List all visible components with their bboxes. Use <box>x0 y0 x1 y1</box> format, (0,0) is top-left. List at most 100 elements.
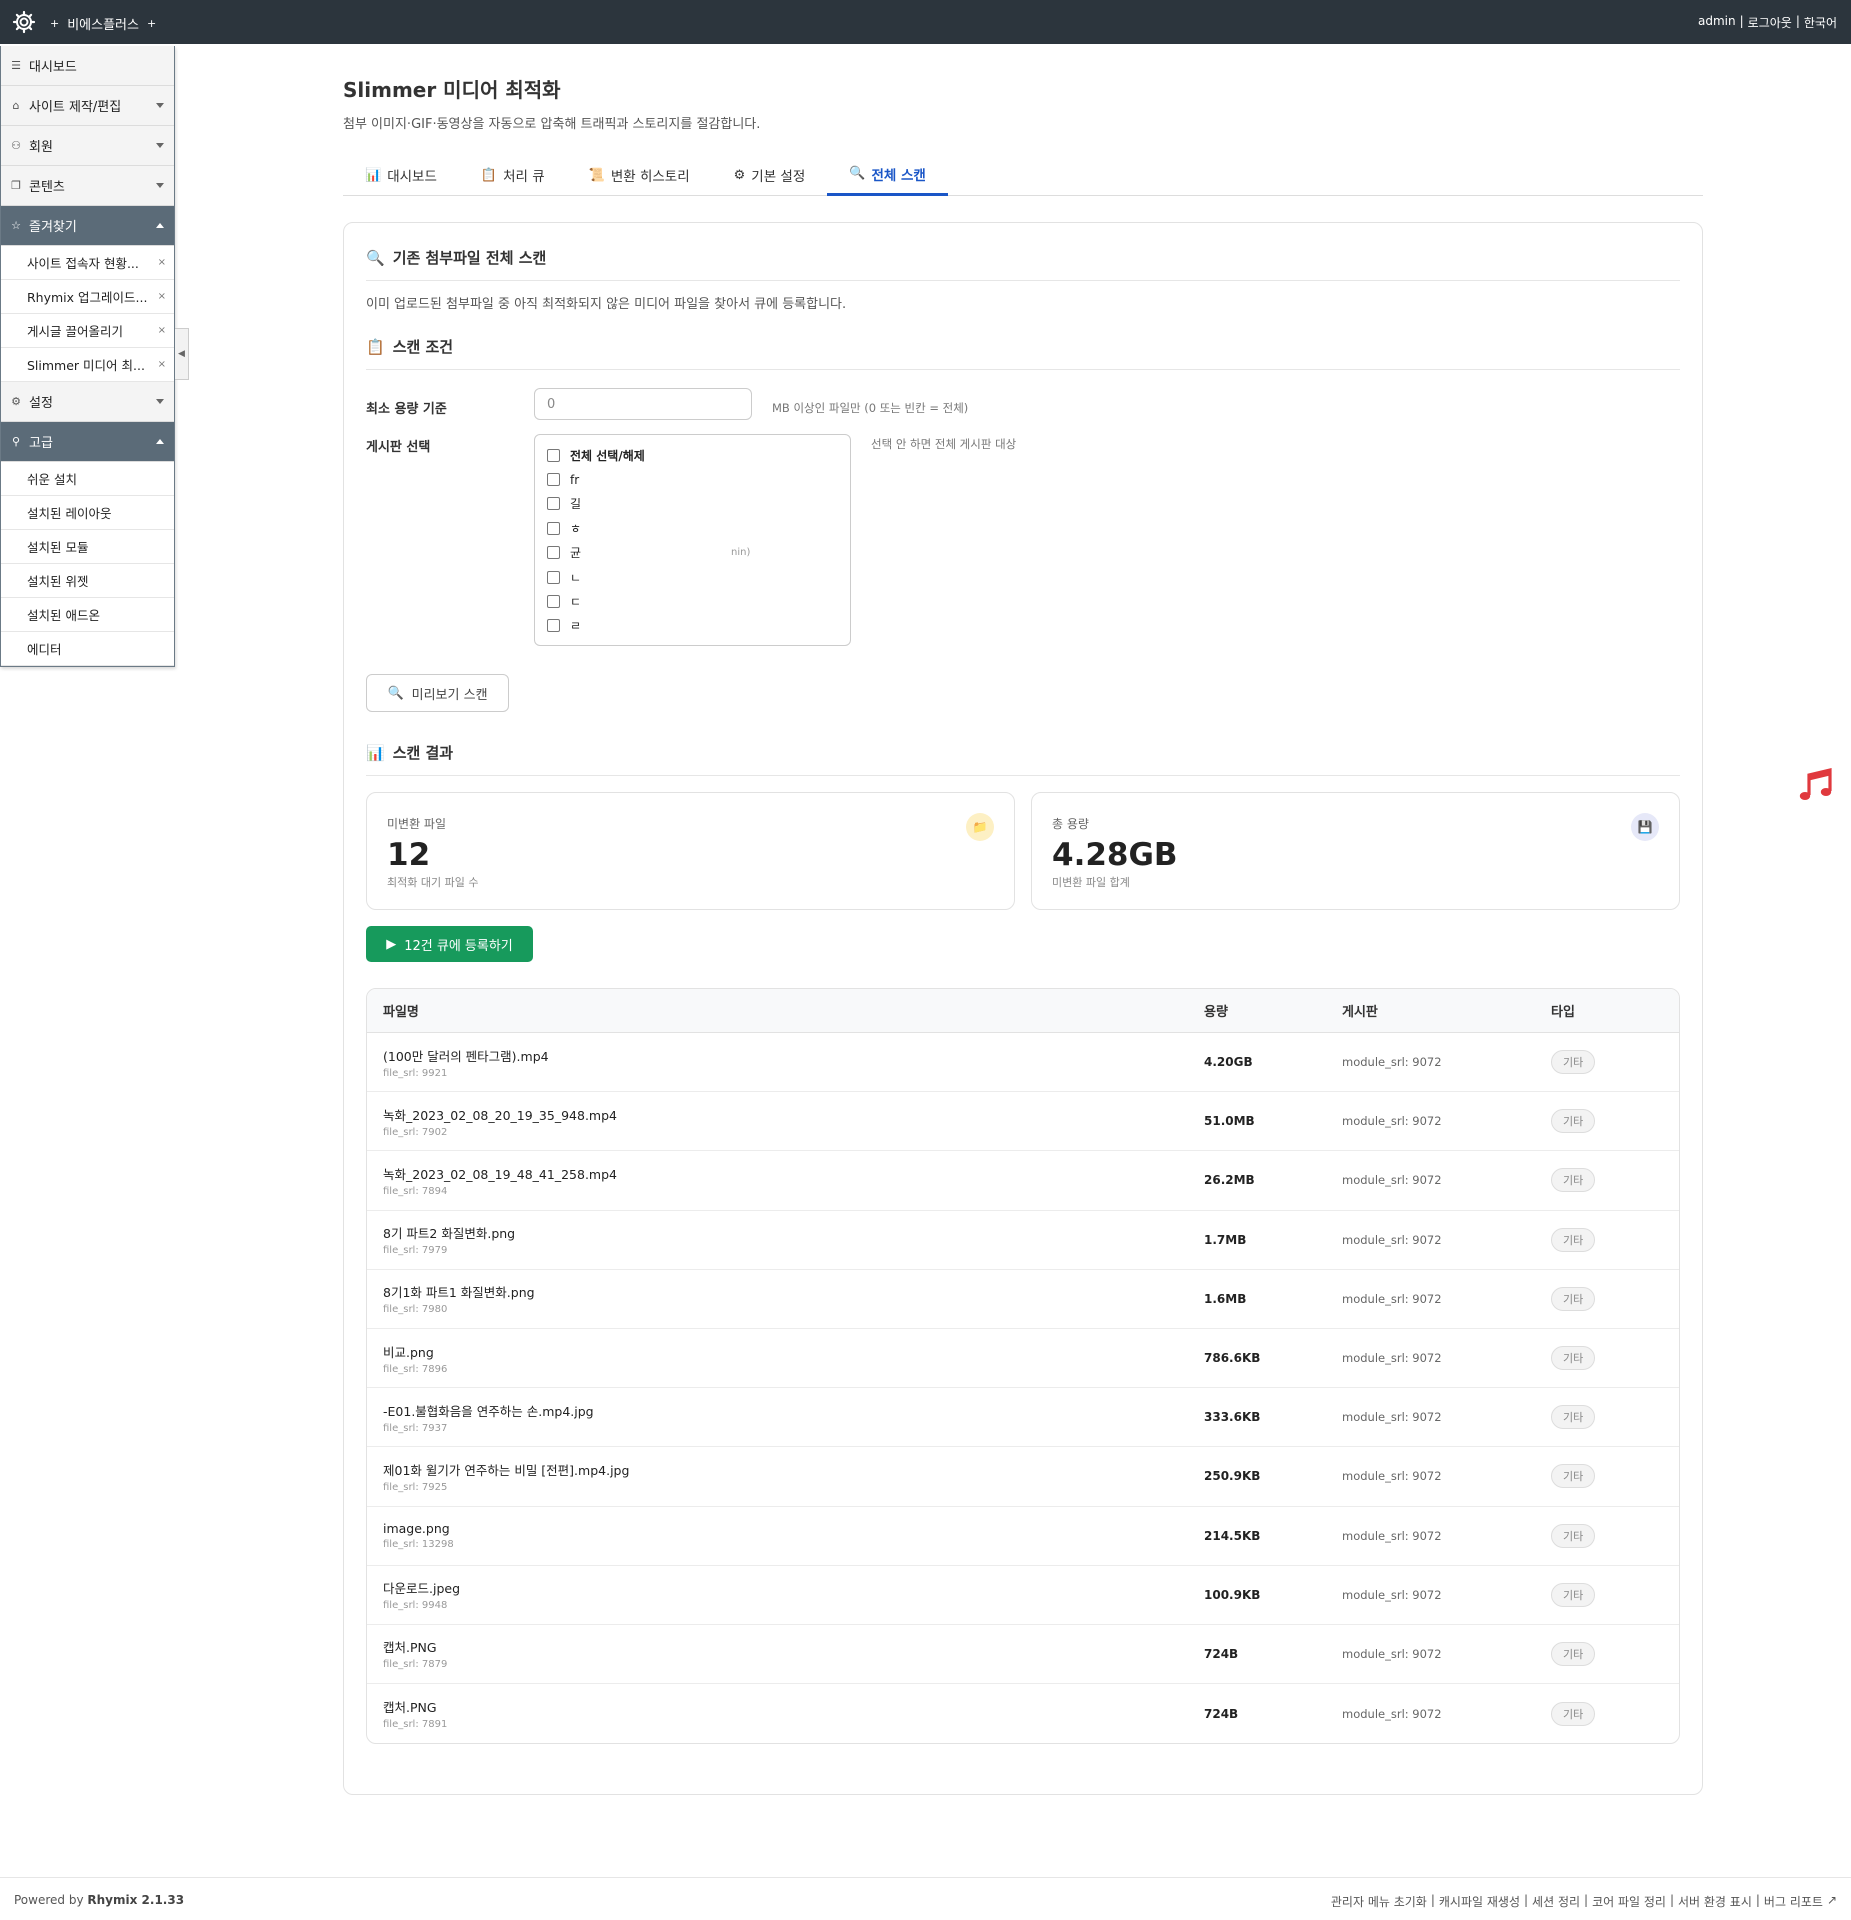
sidebar-item-contents[interactable]: ❐ 콘텐츠 <box>1 166 174 206</box>
cell-filename: -E01.불협화음을 연주하는 손.mp4.jpg file_srl: 7937 <box>367 1401 1204 1434</box>
checkbox[interactable] <box>547 570 560 584</box>
rhymix-version-link[interactable]: Rhymix 2.1.33 <box>87 1893 184 1907</box>
separator: | <box>1755 1893 1760 1907</box>
cell-board: module_srl: 9072 <box>1342 1410 1442 1425</box>
close-icon[interactable]: × <box>158 359 166 370</box>
preview-scan-button[interactable]: 🔍 미리보기 스캔 <box>366 674 509 712</box>
table-row: 녹화_2023_02_08_19_48_41_258.mp4 file_srl: … <box>367 1151 1679 1211</box>
sidebar-subitem-layouts[interactable]: 설치된 레이아웃 <box>1 496 174 530</box>
section-title-text: 스캔 조건 <box>392 338 454 356</box>
close-icon[interactable]: × <box>158 325 166 336</box>
footer: Powered by Rhymix 2.1.33 관리자 메뉴 초기화 | 캐시파… <box>0 1877 1851 1920</box>
tab-queue[interactable]: 📋 처리 큐 <box>459 154 567 196</box>
cell-filename: 녹화_2023_02_08_19_48_41_258.mp4 file_srl: … <box>367 1164 1204 1197</box>
site-name[interactable]: 비에스플러스 <box>67 14 139 33</box>
logout-link[interactable]: 로그아웃 <box>1748 14 1792 31</box>
sidebar-subitem-widgets[interactable]: 설치된 위젯 <box>1 564 174 598</box>
favorite-item[interactable]: 게시글 끌어올리기 × <box>1 314 174 348</box>
cell-size: 100.9KB <box>1204 1587 1261 1602</box>
separator: | <box>1739 14 1744 28</box>
cell-size: 4.20GB <box>1204 1055 1253 1070</box>
file-srl: file_srl: 7980 <box>383 1304 448 1316</box>
stat-sub: 최적화 대기 파일 수 <box>387 876 479 889</box>
sidebar-subitem-editor[interactable]: 에디터 <box>1 632 174 666</box>
sidebar-subitem-easy-install[interactable]: 쉬운 설치 <box>1 462 174 496</box>
favorite-item[interactable]: 사이트 접속자 현황... × <box>1 246 174 280</box>
checkbox[interactable] <box>547 448 560 462</box>
enqueue-button[interactable]: ▶ 12건 큐에 등록하기 <box>366 926 533 962</box>
sidebar-item-advanced[interactable]: ⚲ 고급 <box>1 422 174 462</box>
checkbox-label: 길 <box>570 497 582 512</box>
footer-link-clean-core[interactable]: 코어 파일 정리 <box>1592 1893 1666 1910</box>
admin-link[interactable]: admin <box>1698 14 1736 31</box>
favorite-item[interactable]: Slimmer 미디어 최... × <box>1 348 174 382</box>
close-icon[interactable]: × <box>158 291 166 302</box>
checkbox[interactable] <box>547 595 560 609</box>
checkbox[interactable] <box>547 619 560 633</box>
board-checkbox-row[interactable]: ㄹ <box>547 614 838 638</box>
cell-type: 기타 <box>1551 1227 1679 1252</box>
footer-link-reset-menu[interactable]: 관리자 메뉴 초기화 <box>1331 1893 1427 1910</box>
close-icon[interactable]: × <box>158 257 166 268</box>
footer-link-clean-session[interactable]: 세션 정리 <box>1532 1893 1580 1910</box>
board-checkbox-row[interactable]: 균 nin) <box>547 541 838 565</box>
cell-size: 26.2MB <box>1204 1173 1255 1188</box>
board-checkbox-list[interactable]: 전체 선택/해제 fr 길 ㅎ 균 nin) ㄴ ㄷ ㄹ <box>534 434 851 646</box>
sidebar-item-favorites[interactable]: ☆ 즐겨찾기 <box>1 206 174 246</box>
table-row: 캡처.PNG file_srl: 7879 724B module_srl: 9072… <box>367 1625 1679 1685</box>
cell-filename: 비교.png file_srl: 7896 <box>367 1342 1204 1375</box>
sidebar-item-members[interactable]: ⚇ 회원 <box>1 126 174 166</box>
tab-full-scan[interactable]: 🔍 전체 스캔 <box>827 154 948 196</box>
type-badge: 기타 <box>1551 1464 1596 1489</box>
footer-link-regen-cache[interactable]: 캐시파일 재생성 <box>1439 1893 1520 1910</box>
sidebar-item-dashboard[interactable]: ☰ 대시보드 <box>1 46 174 86</box>
checkbox-label: 균 <box>570 546 582 561</box>
sidebar-item-settings[interactable]: ⚙ 설정 <box>1 382 174 422</box>
board-checkbox-row[interactable]: fr <box>547 467 838 491</box>
subitem-label: 설치된 애드온 <box>27 608 100 623</box>
sidebar-item-site-edit[interactable]: ⌂ 사이트 제작/편집 <box>1 86 174 126</box>
sidebar-subitem-modules[interactable]: 설치된 모듈 <box>1 530 174 564</box>
users-icon: ⚇ <box>11 139 21 152</box>
sidebar-collapse-toggle[interactable]: ◀ <box>175 328 189 380</box>
checkbox[interactable] <box>547 473 560 487</box>
magnifier-icon: 🔍 <box>849 166 866 181</box>
header-size: 용량 <box>1204 1005 1228 1020</box>
min-size-input[interactable]: 0 <box>534 388 752 420</box>
gear-icon[interactable] <box>12 10 36 34</box>
sidebar-item-label: 설정 <box>29 396 53 411</box>
cell-board: module_srl: 9072 <box>1342 1232 1442 1247</box>
checkbox[interactable] <box>547 546 560 560</box>
cell-board: module_srl: 9072 <box>1342 1173 1442 1188</box>
favorite-item[interactable]: Rhymix 업그레이드... × <box>1 280 174 314</box>
select-all-checkbox-row[interactable]: 전체 선택/해제 <box>547 443 838 467</box>
music-note-icon[interactable] <box>1796 765 1836 805</box>
tab-settings[interactable]: ⚙ 기본 설정 <box>712 154 828 196</box>
subitem-label: 에디터 <box>27 642 62 657</box>
cell-type: 기타 <box>1551 1641 1679 1666</box>
powered-by: Powered by Rhymix 2.1.33 <box>14 1893 184 1907</box>
chevron-down-icon <box>156 103 164 108</box>
board-checkbox-row[interactable]: 길 <box>547 492 838 516</box>
board-checkbox-row[interactable]: ㄴ <box>547 565 838 589</box>
checkbox[interactable] <box>547 497 560 511</box>
cell-type: 기타 <box>1551 1168 1679 1193</box>
board-checkbox-row[interactable]: ㅎ <box>547 516 838 540</box>
footer-link-server-env[interactable]: 서버 환경 표시 <box>1678 1893 1752 1910</box>
file-name: 녹화_2023_02_08_20_19_35_948.mp4 <box>383 1107 617 1123</box>
tab-dashboard[interactable]: 📊 대시보드 <box>343 154 459 196</box>
type-badge: 기타 <box>1551 1050 1596 1075</box>
language-link[interactable]: 한국어 <box>1804 14 1837 31</box>
stats-cards: 미변환 파일 12 최적화 대기 파일 수 📁 총 용량 4.28GB 미변환 … <box>366 792 1680 910</box>
checkbox[interactable] <box>547 521 560 535</box>
cell-filename: 캡처.PNG file_srl: 7891 <box>367 1697 1204 1730</box>
type-badge: 기타 <box>1551 1346 1596 1371</box>
board-checkbox-row[interactable]: ㄷ <box>547 589 838 613</box>
tab-history[interactable]: 📜 변환 히스토리 <box>567 154 712 196</box>
site-switcher[interactable]: + 비에스플러스 + <box>50 14 156 33</box>
separator: | <box>1584 1893 1589 1907</box>
stat-card-total-size: 총 용량 4.28GB 미변환 파일 합계 💾 <box>1031 792 1680 910</box>
footer-link-bug-report[interactable]: 버그 리포트 <box>1764 1893 1823 1910</box>
favorite-label: Slimmer 미디어 최... <box>27 358 145 373</box>
sidebar-subitem-addons[interactable]: 설치된 애드온 <box>1 598 174 632</box>
